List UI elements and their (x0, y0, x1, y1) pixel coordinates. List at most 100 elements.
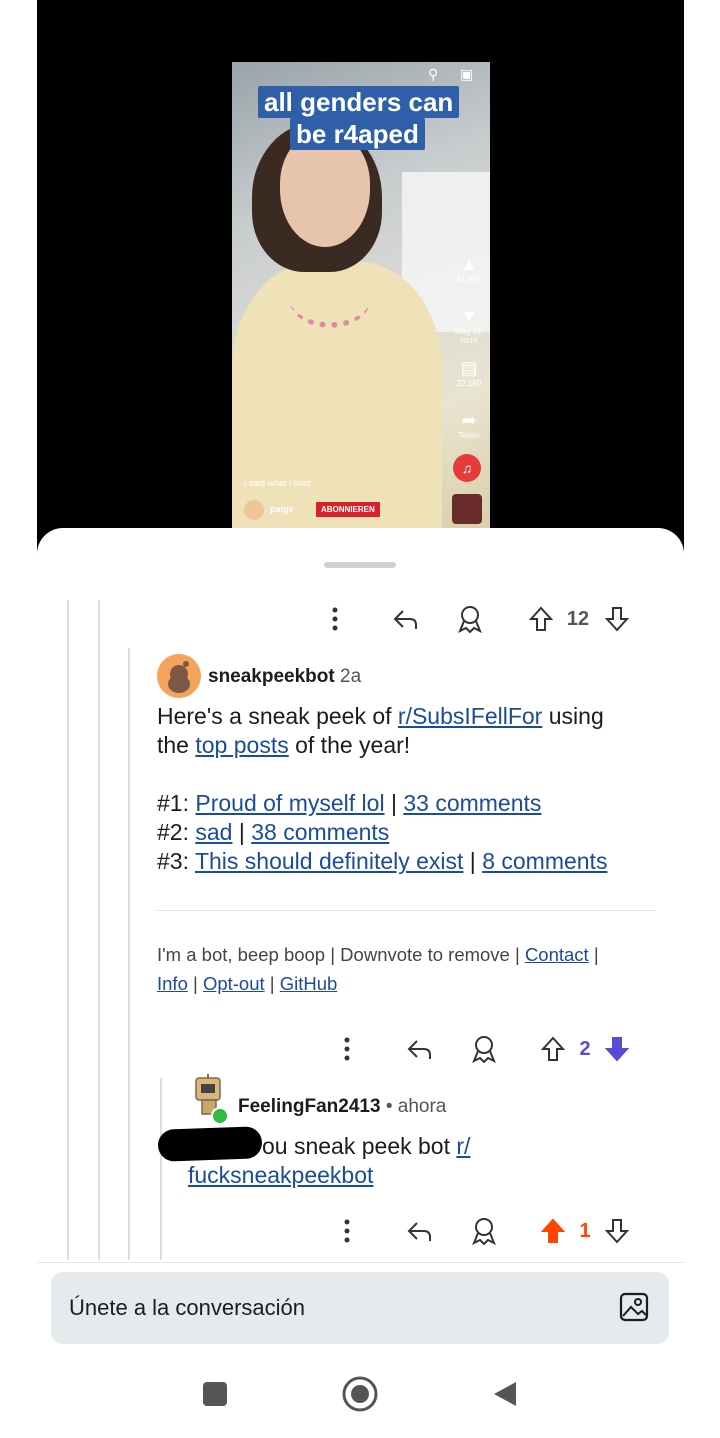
comment-composer[interactable]: Únete a la conversación (51, 1272, 669, 1344)
text: of the year! (288, 732, 411, 758)
contact-link[interactable]: Contact (525, 944, 589, 965)
channel-avatar[interactable] (244, 500, 264, 520)
channel-name[interactable]: paige (270, 504, 294, 514)
comment-age: • ahora (385, 1096, 447, 1117)
share-button[interactable]: ➦ Teilen (454, 410, 484, 440)
more-options-button[interactable] (318, 601, 352, 637)
post-link[interactable]: This should definitely exist (195, 848, 463, 874)
text: using (542, 703, 604, 729)
subscribe-button[interactable]: ABONNIEREN (316, 502, 380, 517)
recents-icon[interactable] (202, 1381, 228, 1407)
more-vertical-icon (344, 1219, 350, 1243)
music-icon[interactable]: ♫ (453, 454, 481, 482)
redaction-scribble (157, 1126, 263, 1162)
image-icon[interactable] (619, 1292, 649, 1322)
comments-link[interactable]: 8 comments (482, 848, 607, 874)
separator: | (187, 973, 203, 994)
award-icon (458, 606, 482, 633)
thumbs-up-icon: ▲ (460, 254, 478, 274)
dislike-label: Mag ich nicht (454, 327, 483, 345)
thread-line[interactable] (160, 1078, 162, 1260)
vote-score-value: 2 (579, 1037, 591, 1060)
comments-link[interactable]: 38 comments (251, 819, 389, 845)
video-caption-line2: be r4aped (290, 118, 425, 150)
home-icon[interactable] (342, 1376, 378, 1412)
more-vertical-icon (332, 607, 338, 631)
avatar[interactable] (157, 654, 201, 698)
list-item: #2: sad | 38 comments (157, 818, 667, 847)
award-button[interactable] (452, 601, 488, 637)
award-button[interactable] (466, 1031, 502, 1067)
dislike-button[interactable]: ▼ Mag ich nicht (454, 306, 484, 345)
online-status-icon (211, 1107, 229, 1125)
more-options-button[interactable] (330, 1213, 364, 1249)
vote-score-value: 12 (566, 607, 590, 630)
upvote-button[interactable] (538, 1031, 568, 1067)
comment-body: Here's a sneak peek of r/SubsIFellFor us… (157, 702, 667, 876)
sheet-drag-handle[interactable] (324, 562, 396, 568)
divider (157, 910, 655, 911)
comment-body: ou sneak peek bot r/ (262, 1132, 662, 1161)
like-count: 61,992 (456, 275, 482, 284)
camera-icon[interactable]: ▣ (460, 66, 473, 83)
award-icon (472, 1036, 496, 1063)
comments-link[interactable]: 33 comments (403, 790, 541, 816)
subreddit-link[interactable]: fucksneakpeekbot (188, 1162, 373, 1188)
post-link[interactable]: Proud of myself lol (195, 790, 384, 816)
system-nav-bar (0, 1344, 720, 1438)
thread-line[interactable] (67, 600, 69, 1260)
bot-footer: I'm a bot, beep boop | Downvote to remov… (157, 940, 657, 998)
reply-icon (407, 1222, 431, 1241)
upvote-button[interactable] (526, 601, 556, 637)
reply-button[interactable] (388, 601, 424, 637)
thread-line[interactable] (98, 600, 100, 1260)
list-item: #3: This should definitely exist | 8 com… (157, 847, 667, 876)
subreddit-link[interactable]: r/ (456, 1133, 470, 1159)
thumbs-down-icon: ▼ (460, 306, 478, 326)
video-description: i said what i said (244, 478, 311, 488)
info-link[interactable]: Info (157, 973, 188, 994)
more-vertical-icon (344, 1037, 350, 1061)
separator: | (588, 944, 599, 965)
comment-line: Here's a sneak peek of r/SubsIFellFor us… (157, 702, 667, 731)
award-button[interactable] (466, 1213, 502, 1249)
comment-text: ou sneak peek bot (262, 1133, 457, 1159)
video-player[interactable]: ⚲ ▣ all genders can be r4aped ▲ 61,992 ▼… (232, 62, 490, 528)
thread-line[interactable] (128, 648, 130, 1260)
separator: | (232, 819, 252, 845)
video-caption-line1: all genders can (258, 86, 460, 118)
separator: | (463, 848, 483, 874)
subreddit-link[interactable]: r/SubsIFellFor (398, 703, 542, 729)
comment-action-bar: 1 (330, 1213, 650, 1249)
reply-button[interactable] (402, 1213, 438, 1249)
comment-icon: ▤ (460, 358, 478, 378)
opt-out-link[interactable]: Opt-out (203, 973, 265, 994)
sound-thumbnail[interactable] (452, 494, 482, 524)
downvote-icon (605, 607, 629, 632)
item-number: #2: (157, 819, 196, 845)
video-comment-count: 22.150 (456, 379, 482, 388)
downvote-button[interactable] (602, 601, 632, 637)
vote-score-value: 1 (579, 1219, 591, 1242)
comment-author-name[interactable]: sneakpeekbot (208, 666, 335, 687)
upvote-button-active[interactable] (538, 1213, 568, 1249)
comment-author-name[interactable]: FeelingFan2413 (238, 1096, 381, 1117)
like-button[interactable]: ▲ 61,992 (454, 254, 484, 284)
divider (37, 1262, 684, 1263)
github-link[interactable]: GitHub (280, 973, 338, 994)
post-link[interactable]: sad (195, 819, 232, 845)
composer-placeholder[interactable]: Únete a la conversación (69, 1295, 305, 1321)
downvote-button[interactable] (602, 1213, 632, 1249)
reply-button[interactable] (402, 1031, 438, 1067)
top-posts-link[interactable]: top posts (195, 732, 288, 758)
more-options-button[interactable] (330, 1031, 364, 1067)
video-comments-button[interactable]: ▤ 22.150 (454, 358, 484, 388)
comment-action-bar: 12 (318, 601, 658, 637)
downvote-button-active[interactable] (602, 1031, 632, 1067)
comment-author[interactable]: FeelingFan2413 • ahora (238, 1096, 446, 1118)
comment-author[interactable]: sneakpeekbot 2a (208, 666, 361, 688)
upvote-filled-icon (541, 1218, 565, 1243)
search-icon[interactable]: ⚲ (428, 66, 438, 83)
back-icon[interactable] (492, 1380, 518, 1408)
text: Here's a sneak peek of (157, 703, 398, 729)
